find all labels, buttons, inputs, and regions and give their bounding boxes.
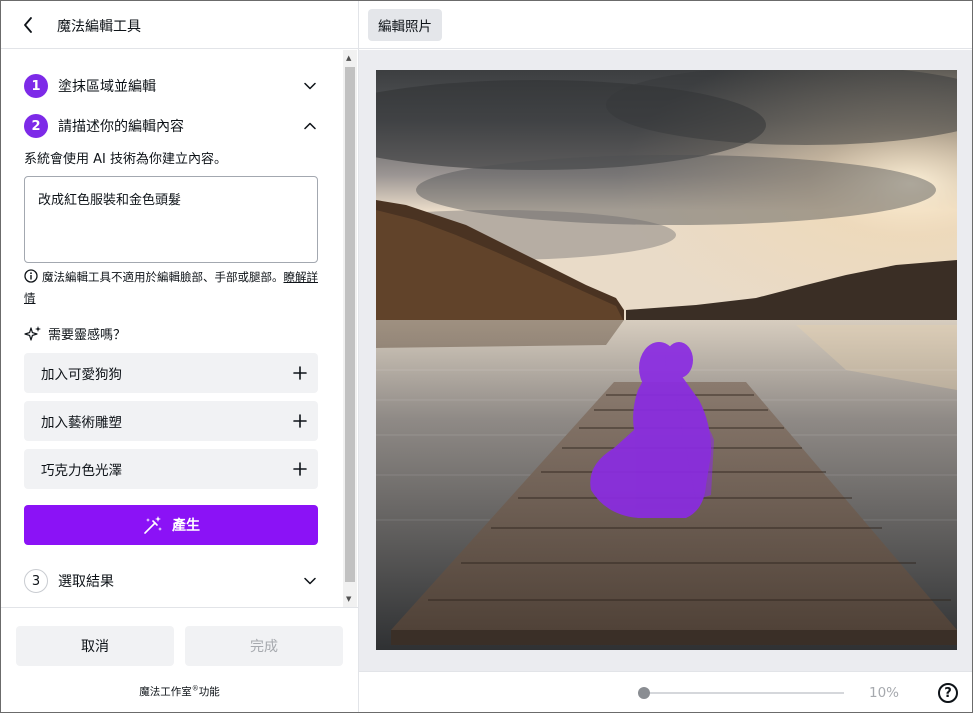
- scroll-down-arrow-icon[interactable]: ▼: [346, 595, 351, 603]
- step-3-label: 選取結果: [58, 574, 114, 590]
- generate-button[interactable]: 產生: [24, 505, 318, 545]
- chevron-left-icon: [24, 17, 32, 33]
- powered-by-suffix: 功能: [198, 686, 220, 698]
- suggestion-label: 加入可愛狗狗: [41, 367, 122, 383]
- magic-edit-panel: 魔法編輯工具 1 塗抹區域並編輯 2 請描述你的編輯內容 系統會使用 AI 技術…: [1, 1, 359, 712]
- panel-title: 魔法編輯工具: [57, 19, 141, 35]
- registered-mark: ®: [191, 684, 199, 693]
- step-2-label: 請描述你的編輯內容: [58, 119, 184, 135]
- panel-header: 魔法編輯工具: [1, 1, 358, 49]
- step-2-header[interactable]: 2 請描述你的編輯內容: [24, 113, 318, 139]
- zoom-slider-track[interactable]: [644, 692, 844, 694]
- panel-scrollbar[interactable]: ▲ ▼: [343, 50, 357, 607]
- suggestion-item[interactable]: 巧克力色光澤: [24, 449, 318, 489]
- suggestion-item[interactable]: 加入可愛狗狗: [24, 353, 318, 393]
- scrollbar-thumb[interactable]: [345, 67, 355, 582]
- back-button[interactable]: [16, 13, 40, 37]
- app-window: 魔法編輯工具 1 塗抹區域並編輯 2 請描述你的編輯內容 系統會使用 AI 技術…: [0, 0, 973, 713]
- powered-by-name: 魔法工作室: [139, 686, 192, 698]
- step-3-number: 3: [24, 569, 48, 593]
- usage-note: 魔法編輯工具不適用於編輯臉部、手部或腿部。瞭解詳情: [24, 267, 318, 309]
- chevron-down-icon: [302, 78, 318, 94]
- step-2-number: 2: [24, 114, 48, 138]
- canvas-area: [359, 50, 972, 671]
- inspiration-heading: 需要靈感嗎？: [24, 324, 126, 343]
- edit-photo-button[interactable]: 編輯照片: [368, 9, 442, 41]
- suggestion-label: 加入藝術雕塑: [41, 415, 122, 431]
- magic-wand-icon: [144, 516, 162, 534]
- editor-toolbar: 編輯照片: [359, 1, 972, 49]
- usage-note-text: 魔法編輯工具不適用於編輯臉部、手部或腿部。: [42, 270, 284, 284]
- scroll-up-arrow-icon[interactable]: ▲: [346, 54, 351, 62]
- info-icon: [24, 269, 38, 283]
- done-button[interactable]: 完成: [185, 626, 343, 666]
- chevron-down-icon: [302, 573, 318, 589]
- step-3-header[interactable]: 3 選取結果: [24, 568, 318, 594]
- suggestion-item[interactable]: 加入藝術雕塑: [24, 401, 318, 441]
- panel-footer: 取消 完成 魔法工作室®功能: [1, 607, 358, 712]
- cancel-button[interactable]: 取消: [16, 626, 174, 666]
- step-1-header[interactable]: 1 塗抹區域並編輯: [24, 73, 318, 99]
- generate-label: 產生: [172, 518, 200, 534]
- sparkles-icon: [24, 325, 41, 341]
- step-1-number: 1: [24, 74, 48, 98]
- suggestion-label: 巧克力色光澤: [41, 463, 122, 479]
- plus-icon: [293, 414, 307, 428]
- editor-bottom-bar: 10% ?: [359, 671, 972, 712]
- chevron-up-icon: [302, 118, 318, 134]
- edit-prompt-input[interactable]: 改成紅色服裝和金色頭髮: [24, 176, 318, 263]
- lake-pier-photo: [376, 70, 957, 650]
- help-button[interactable]: ?: [938, 683, 958, 703]
- step-1-label: 塗抹區域並編輯: [58, 79, 156, 95]
- powered-by-label: 魔法工作室®功能: [1, 684, 358, 699]
- zoom-slider-handle[interactable]: [638, 687, 650, 699]
- step-2-description: 系統會使用 AI 技術為你建立內容。: [24, 152, 227, 167]
- inspiration-label: 需要靈感嗎？: [48, 328, 127, 343]
- plus-icon: [293, 366, 307, 380]
- plus-icon: [293, 462, 307, 476]
- editor-area: 編輯照片 10% ?: [359, 1, 972, 712]
- photo-canvas[interactable]: [376, 70, 957, 650]
- zoom-value: 10%: [869, 685, 900, 701]
